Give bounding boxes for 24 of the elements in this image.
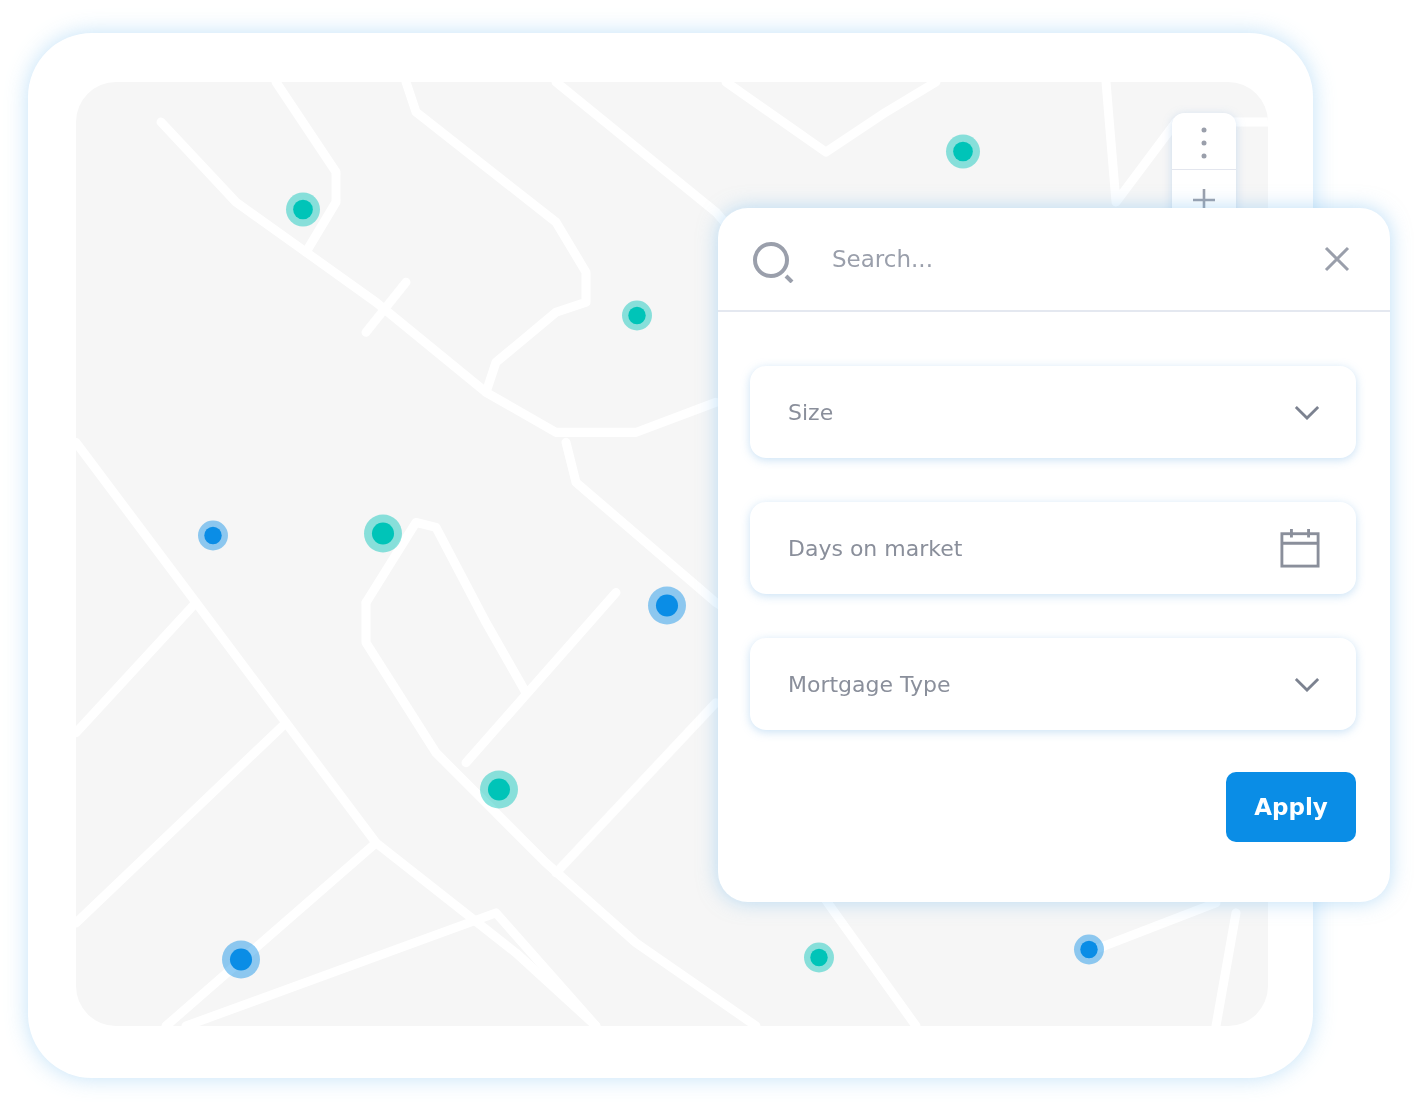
apply-button[interactable]: Apply [1226, 772, 1356, 842]
map-pin[interactable] [286, 192, 320, 227]
field-placeholder: Mortgage Type [788, 671, 951, 697]
more-icon[interactable] [1201, 127, 1207, 159]
calendar-icon [1280, 528, 1320, 568]
map-pin[interactable] [1074, 934, 1104, 965]
map-pin[interactable] [622, 300, 652, 331]
date-field[interactable]: Days on market [750, 502, 1356, 594]
map-pin[interactable] [480, 770, 518, 809]
chevron-down-icon [1294, 404, 1320, 420]
map-pin[interactable] [804, 942, 834, 973]
map-pin[interactable] [946, 134, 980, 169]
field-placeholder: Days on market [788, 535, 963, 561]
field-placeholder: Size [788, 399, 834, 425]
map-pin[interactable] [198, 520, 228, 551]
search-field[interactable]: Search... [830, 245, 1324, 273]
map-pin[interactable] [648, 586, 686, 625]
map-pin[interactable] [222, 940, 260, 979]
dropdown-field[interactable]: Mortgage Type [750, 638, 1356, 730]
close-icon[interactable] [1324, 246, 1350, 272]
map-pin[interactable] [364, 514, 402, 553]
dropdown-field[interactable]: Size [750, 366, 1356, 458]
chevron-down-icon [1294, 676, 1320, 692]
search-icon [752, 241, 794, 283]
